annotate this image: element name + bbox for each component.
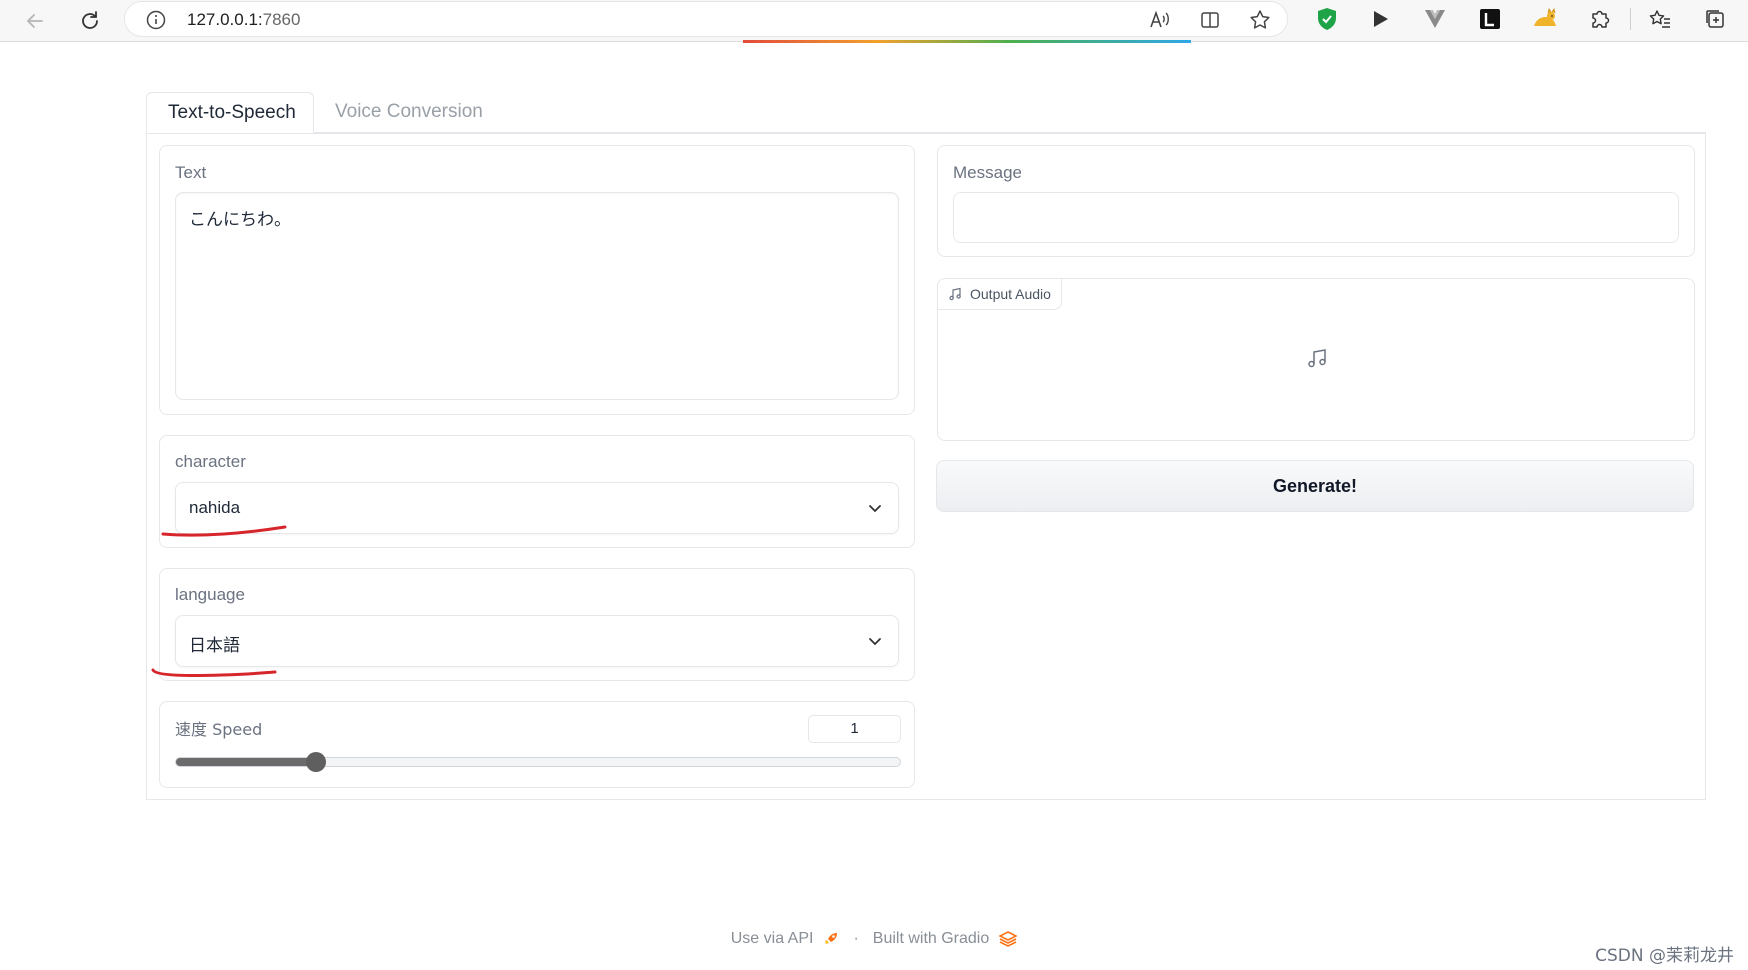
language-block: language 日本語 [159, 568, 915, 681]
music-note-icon [949, 287, 961, 301]
message-output-field[interactable] [953, 192, 1679, 243]
chevron-down-icon [869, 505, 881, 513]
speed-slider-track[interactable] [175, 757, 901, 767]
star-icon [1250, 10, 1270, 29]
collections-button[interactable] [1701, 5, 1729, 33]
speed-slider-fill [176, 758, 317, 766]
language-selected-value: 日本語 [189, 636, 240, 656]
gradio-logo-icon [999, 931, 1018, 947]
favorites-list-icon [1649, 10, 1670, 28]
output-audio-label: Output Audio [938, 279, 1062, 310]
generate-button[interactable]: Generate! [936, 460, 1694, 512]
text-block: Text こんにちわ。 [159, 145, 915, 415]
speed-block: 速度 Speed 1 [159, 701, 915, 788]
extensions-button[interactable] [1586, 5, 1614, 33]
tab-text-to-speech[interactable]: Text-to-Speech [146, 92, 314, 133]
letter-l-icon [1480, 9, 1500, 29]
output-audio-block: Output Audio [937, 278, 1695, 441]
output-audio-label-text: Output Audio [970, 286, 1051, 302]
csdn-watermark: CSDN @茉莉龙井 [1595, 946, 1734, 966]
text-label: Text [175, 163, 207, 182]
favorite-button[interactable] [1247, 7, 1273, 33]
speed-number-input[interactable]: 1 [808, 715, 901, 743]
speed-label: 速度 Speed [175, 720, 263, 739]
address-bar[interactable]: 127.0.0.1:7860 [124, 1, 1288, 37]
character-selected-value: nahida [189, 498, 241, 517]
play-icon [1374, 11, 1388, 27]
read-aloud-button[interactable] [1147, 7, 1173, 33]
footer: Use via API · Built with Gradio [0, 930, 1748, 948]
favorites-button[interactable] [1646, 5, 1674, 33]
tab-voice-conversion[interactable]: Voice Conversion [314, 92, 504, 133]
rocket-icon [825, 933, 838, 944]
cat-icon [1534, 8, 1556, 26]
url-text: 127.0.0.1:7860 [187, 10, 301, 29]
character-label: character [175, 452, 246, 471]
built-with-gradio-link[interactable]: Built with Gradio [873, 930, 990, 948]
footer-separator: · [853, 930, 859, 947]
message-label: Message [953, 163, 1022, 182]
browser-toolbar: 127.0.0.1:7860 [0, 0, 1748, 42]
shield-icon [1318, 8, 1336, 30]
vue-icon [1425, 10, 1445, 28]
extension-play-button[interactable] [1366, 5, 1394, 33]
back-button[interactable] [20, 6, 50, 36]
reload-button[interactable] [75, 6, 105, 36]
split-screen-button[interactable] [1197, 7, 1223, 33]
toolbar-separator [1630, 8, 1631, 30]
language-label: language [175, 585, 245, 604]
reload-icon [82, 11, 98, 29]
character-dropdown[interactable]: nahida [175, 482, 899, 534]
chevron-down-icon [869, 638, 881, 646]
extension-vue-button[interactable] [1421, 5, 1449, 33]
character-block: character nahida [159, 435, 915, 548]
extension-shield-button[interactable] [1313, 5, 1341, 33]
extension-cat-button[interactable] [1531, 5, 1559, 33]
info-icon [146, 10, 166, 30]
back-arrow-icon [26, 14, 43, 28]
use-via-api-link[interactable]: Use via API [731, 930, 814, 948]
collections-icon [1706, 10, 1724, 28]
language-dropdown[interactable]: 日本語 [175, 615, 899, 667]
extension-l-button[interactable] [1476, 5, 1504, 33]
message-block: Message [937, 145, 1695, 257]
music-note-icon [1308, 349, 1326, 368]
page-loading-bar [743, 40, 1191, 43]
speed-slider-handle[interactable] [305, 752, 326, 772]
read-aloud-icon [1150, 10, 1169, 28]
split-screen-icon [1201, 12, 1219, 28]
puzzle-icon [1592, 10, 1610, 28]
text-input[interactable]: こんにちわ。 [175, 192, 899, 400]
